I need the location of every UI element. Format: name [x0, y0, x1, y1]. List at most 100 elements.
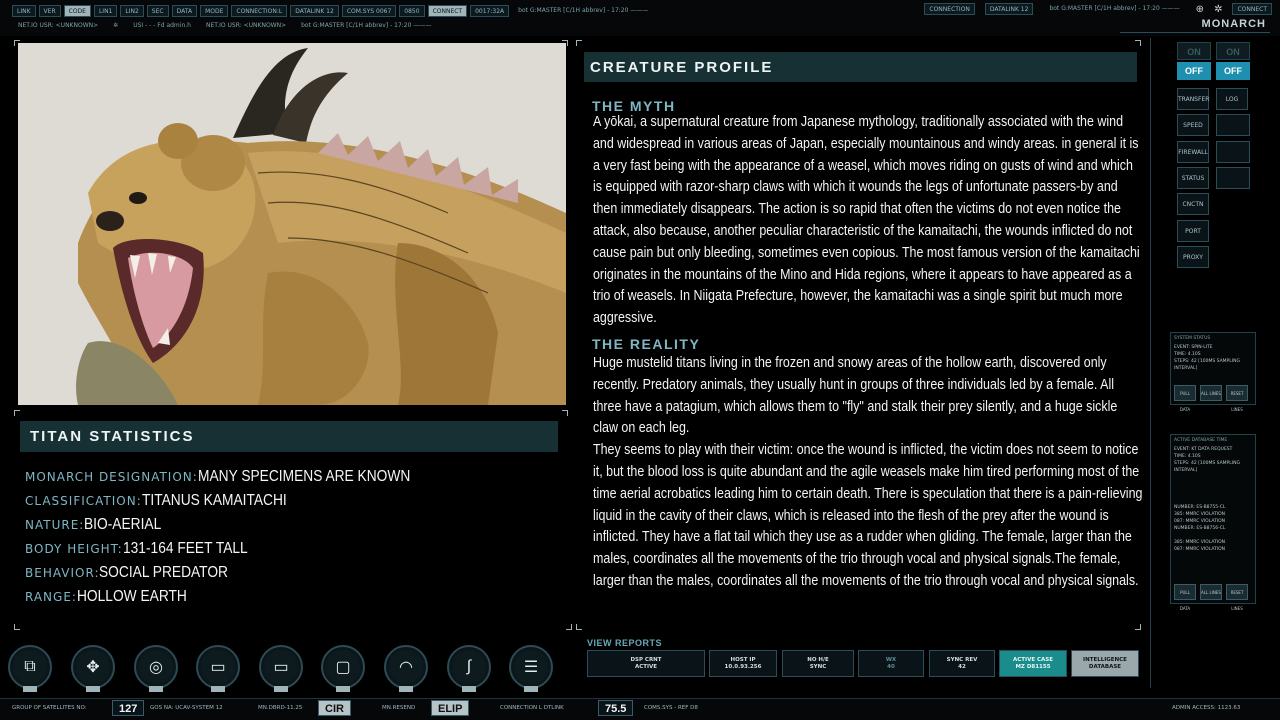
panel-line: 087: MMRC VIOLATION	[1174, 547, 1226, 552]
proxy-button[interactable]: PROXY	[1177, 246, 1209, 268]
code-readout: 0017:32A	[470, 5, 510, 17]
control-tab	[399, 686, 413, 692]
toggle-2-off[interactable]: OFF	[1216, 62, 1250, 80]
firewall-button[interactable]: FIREWALL	[1177, 141, 1209, 163]
signal-control[interactable]: ▭	[259, 645, 303, 692]
speed-field[interactable]	[1216, 114, 1250, 136]
settings-gear-icon[interactable]: ✲	[1214, 4, 1222, 15]
speed-button[interactable]: SPEED	[1177, 114, 1209, 136]
status-bar: GROUP OF SATELLITES NO: 127 GOS NA: UCAV…	[0, 698, 1280, 720]
stat-label: NATURE:	[25, 518, 85, 532]
titan-statistics-list: MONARCH DESIGNATION: MANY SPECIMENS ARE …	[25, 468, 565, 612]
tab-lin2[interactable]: LIN2	[120, 5, 144, 17]
status-field[interactable]	[1216, 167, 1250, 189]
stat-label: MONARCH DESIGNATION:	[25, 470, 198, 484]
report-label: NO H/E	[807, 656, 829, 663]
database-control[interactable]: ☰	[509, 645, 553, 692]
log-button[interactable]: LOG	[1216, 88, 1248, 110]
all-lines-button[interactable]: ALL LINES	[1200, 584, 1222, 600]
tab-sec[interactable]: SEC	[146, 5, 169, 17]
pull-data-button[interactable]: PULL DATA	[1174, 584, 1196, 611]
transfer-button[interactable]: TRANSFER	[1177, 88, 1209, 110]
connect-button[interactable]: CONNECT	[427, 5, 468, 17]
tab-mode[interactable]: MODE	[200, 5, 229, 17]
panel-title: ACTIVE DATABASE TIME	[1174, 438, 1228, 443]
all-lines-button[interactable]: ALL LINES	[1200, 385, 1222, 401]
myth-text: A yōkai, a supernatural creature from Ja…	[593, 114, 1140, 327]
panel-line: STEPS: 42 [100MS SAMPLING	[1174, 461, 1240, 466]
dial-control[interactable]: ◠	[384, 645, 428, 692]
frame-corner	[576, 40, 582, 46]
panel-title: SYSTEM STATUS	[1174, 336, 1211, 341]
network-control[interactable]: ▢	[321, 645, 365, 692]
signal-icon: ▭	[273, 659, 289, 676]
right-datalink-readout: DATALINK 12	[984, 3, 1034, 15]
reset-lines-button[interactable]: RESET LINES	[1226, 584, 1248, 611]
intelligence-database-button[interactable]: INTELLIGENCE DATABASE	[1071, 650, 1139, 677]
top-info-row: NET.IO USR: <UNKNOWN> ✲ USI - - - Fd adm…	[12, 20, 437, 32]
stat-row: CLASSIFICATION: TITANUS KAMAITACHI	[25, 492, 565, 516]
admin-readout: USI - - - Fd admin.h	[133, 22, 191, 29]
bot-master-readout: bot G:MASTER [C/1H abbrev] - 17:20 ———	[301, 22, 432, 29]
toggle-1-off[interactable]: OFF	[1177, 62, 1211, 80]
user-line: bot G:MASTER [C/1H abbrev] - 17:20 ———	[518, 7, 649, 14]
right-connect-button[interactable]: CONNECT	[1232, 3, 1272, 15]
reset-lines-button[interactable]: RESET LINES	[1226, 385, 1248, 412]
panel-line: NUMBER: ES-B8756-CL	[1174, 526, 1226, 531]
stat-label: CLASSIFICATION:	[25, 494, 142, 508]
panel-line: INTERVAL]	[1174, 366, 1198, 371]
tab-data[interactable]: DATA	[171, 5, 198, 17]
stat-row: RANGE: HOLLOW EARTH	[25, 588, 565, 612]
curve-control[interactable]: ∫	[447, 645, 491, 692]
report-active-case[interactable]: ACTIVE CASE MZ D81155	[999, 650, 1067, 677]
settings-icon[interactable]: ✲	[107, 20, 124, 32]
tab-link[interactable]: LINK	[12, 5, 36, 17]
stat-label: BODY HEIGHT:	[25, 542, 123, 556]
panel-line: EVENT: KT DATA REQUEST	[1174, 447, 1233, 452]
top-bar: LINK VER CODE LIN1 LIN2 SEC DATA MODE CO…	[0, 0, 1280, 36]
right-user-line: bot G:MASTER [C/1H abbrev] - 17:20 ———	[1049, 5, 1180, 12]
mn-dbrd-readout: MN.DBRD-11.25	[258, 705, 303, 711]
cir-button[interactable]: CIR	[318, 700, 351, 716]
net-user-readout-2: NET.IO USR: <UNKNOWN>	[205, 22, 287, 29]
panel-line: NUMBER: ES-B8755-CL	[1174, 505, 1226, 510]
stat-value: MANY SPECIMENS ARE KNOWN	[197, 468, 411, 485]
comsys-readout: COM.SYS 0067	[341, 5, 397, 17]
report-host-ip[interactable]: HOST IP 10.0.93.256	[709, 650, 777, 677]
report-dsp-crnt[interactable]: DSP CRNT ACTIVE	[587, 650, 705, 677]
panel-line: 385: MMRC VIOLATION	[1174, 540, 1226, 545]
report-sync[interactable]: NO H/E SYNC	[782, 650, 854, 677]
satellites-label: GROUP OF SATELLITES NO:	[12, 705, 87, 711]
top-tabs: LINK VER CODE LIN1 LIN2 SEC DATA MODE CO…	[12, 5, 654, 17]
report-sync-rev[interactable]: SYNC REV 42	[929, 650, 995, 677]
stat-row: BODY HEIGHT: 131-164 FEET TALL	[25, 540, 565, 564]
elip-button[interactable]: ELIP	[431, 700, 470, 716]
pull-data-button[interactable]: PULL DATA	[1174, 385, 1196, 412]
slider-control[interactable]: ▭	[196, 645, 240, 692]
tab-lin1[interactable]: LIN1	[93, 5, 118, 17]
frame-corner	[562, 410, 568, 416]
firewall-field[interactable]	[1216, 141, 1250, 163]
aperture-control[interactable]: ◎	[134, 645, 178, 692]
port-button[interactable]: PORT	[1177, 220, 1209, 242]
layers-control[interactable]: ⧉	[8, 645, 52, 692]
tab-code[interactable]: CODE	[63, 5, 91, 17]
move-control[interactable]: ✥	[71, 645, 115, 692]
report-wx[interactable]: WX 40	[858, 650, 924, 677]
toggle-1-on[interactable]: ON	[1177, 42, 1211, 60]
slider-icon: ▭	[210, 659, 226, 676]
gos-readout: GOS NA: UCAV-SYSTEM 12	[150, 705, 223, 711]
panel-line: 385: MMRC VIOLATION	[1174, 512, 1226, 517]
frame-corner	[1135, 624, 1141, 630]
tab-ver[interactable]: VER	[38, 5, 61, 17]
titan-statistics-header: TITAN STATISTICS	[20, 421, 558, 452]
control-tab	[462, 686, 476, 692]
panel-line: TIME: 4.10S	[1174, 352, 1201, 357]
stat-row: NATURE: BIO-AERIAL	[25, 516, 565, 540]
toggle-2-on[interactable]: ON	[1216, 42, 1250, 60]
target-icon[interactable]: ⊕	[1196, 4, 1204, 15]
frame-corner	[1135, 40, 1141, 46]
mn-resend-readout: MN.RESEND	[382, 705, 416, 711]
cnctn-button[interactable]: CNCTN	[1177, 193, 1209, 215]
status-button[interactable]: STATUS	[1177, 167, 1209, 189]
